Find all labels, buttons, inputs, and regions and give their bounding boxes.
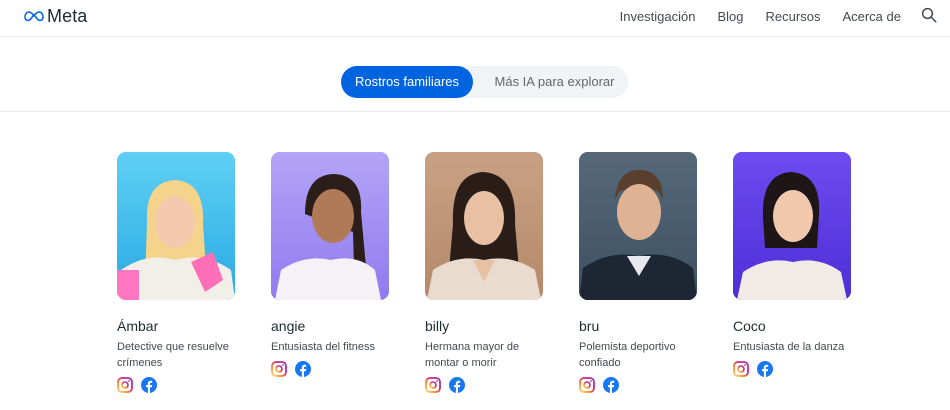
top-navigation-bar: Meta Investigación Blog Recursos Acerca …: [0, 0, 950, 37]
instagram-icon[interactable]: [733, 361, 749, 377]
section-divider: [0, 111, 950, 112]
instagram-icon[interactable]: [271, 361, 287, 377]
nav-link-investigacion[interactable]: Investigación: [620, 9, 696, 25]
instagram-icon[interactable]: [579, 377, 595, 393]
nav-link-blog[interactable]: Blog: [718, 9, 744, 25]
category-tabs: Rostros familiares Más IA para explorar: [341, 66, 628, 98]
tab-rostros-familiares[interactable]: Rostros familiares: [341, 66, 473, 98]
social-links: [733, 361, 863, 377]
portrait-illustration: [425, 152, 543, 300]
character-description: Entusiasta del fitness: [271, 341, 375, 353]
character-name: billy: [425, 318, 450, 334]
character-photo[interactable]: [271, 152, 389, 300]
character-card-ambar[interactable]: Ámbar Detective que resuelve crímenes: [117, 152, 247, 393]
tab-mas-ia-para-explorar[interactable]: Más IA para explorar: [481, 66, 628, 98]
nav-link-recursos[interactable]: Recursos: [766, 9, 821, 25]
instagram-icon[interactable]: [425, 377, 441, 393]
brand-name: Meta: [47, 5, 88, 26]
social-links: [579, 377, 709, 393]
character-card-angie[interactable]: angie Entusiasta del fitness: [271, 152, 401, 377]
character-name: bru: [579, 318, 600, 334]
meta-logo[interactable]: Meta: [24, 6, 87, 26]
character-card-bru[interactable]: bru Polemista deportivo confiado: [579, 152, 709, 393]
character-name: Coco: [733, 318, 766, 334]
character-card-coco[interactable]: Coco Entusiasta de la danza: [733, 152, 863, 377]
character-description: Detective que resuelve crímenes: [117, 341, 229, 369]
social-links: [425, 377, 555, 393]
character-photo[interactable]: [733, 152, 851, 300]
character-name: angie: [271, 318, 306, 334]
character-photo[interactable]: [579, 152, 697, 300]
facebook-icon[interactable]: [141, 377, 157, 393]
nav-link-acerca-de[interactable]: Acerca de: [842, 9, 901, 25]
character-name: Ámbar: [117, 318, 159, 334]
character-description: Polemista deportivo confiado: [579, 341, 676, 369]
facebook-icon[interactable]: [757, 361, 773, 377]
character-photo[interactable]: [117, 152, 235, 300]
portrait-illustration: [579, 152, 697, 300]
portrait-illustration: [271, 152, 389, 300]
social-links: [271, 361, 401, 377]
portrait-illustration: [117, 152, 235, 300]
social-links: [117, 377, 247, 393]
search-icon[interactable]: [920, 6, 938, 24]
character-photo[interactable]: [425, 152, 543, 300]
facebook-icon[interactable]: [295, 361, 311, 377]
facebook-icon[interactable]: [449, 377, 465, 393]
instagram-icon[interactable]: [117, 377, 133, 393]
portrait-illustration: [733, 152, 851, 300]
character-description: Hermana mayor de montar o morir: [425, 341, 520, 369]
main-nav: Investigación Blog Recursos Acerca de: [598, 9, 901, 25]
facebook-icon[interactable]: [603, 377, 619, 393]
character-description: Entusiasta de la danza: [733, 341, 845, 353]
character-card-billy[interactable]: billy Hermana mayor de montar o morir: [425, 152, 555, 393]
meta-infinity-logo-icon: [24, 11, 44, 22]
